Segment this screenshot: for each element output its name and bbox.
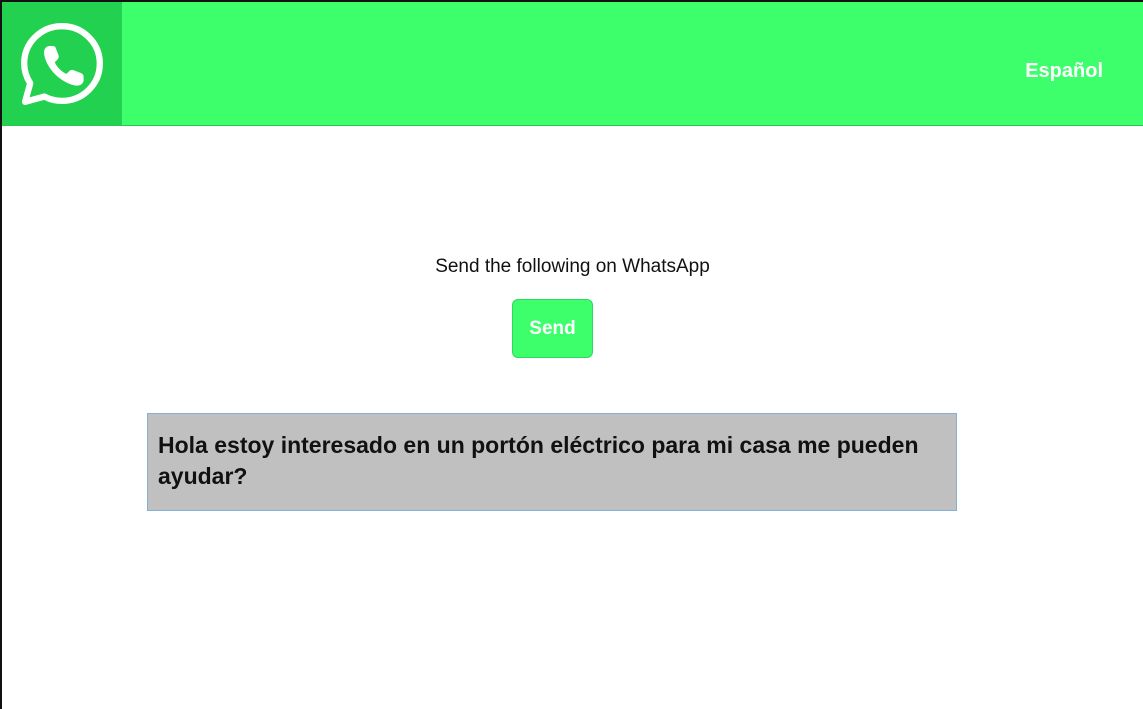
page-frame: Español Send the following on WhatsApp S…	[0, 0, 1143, 709]
logo-container[interactable]	[2, 2, 122, 125]
instruction-text: Send the following on WhatsApp	[435, 256, 710, 277]
header-bar: Español	[2, 2, 1143, 126]
send-button[interactable]: Send	[512, 299, 593, 358]
language-switch-link[interactable]: Español	[1025, 60, 1103, 83]
message-preview-box: Hola estoy interesado en un portón eléct…	[147, 413, 957, 511]
whatsapp-logo-icon	[21, 22, 103, 105]
